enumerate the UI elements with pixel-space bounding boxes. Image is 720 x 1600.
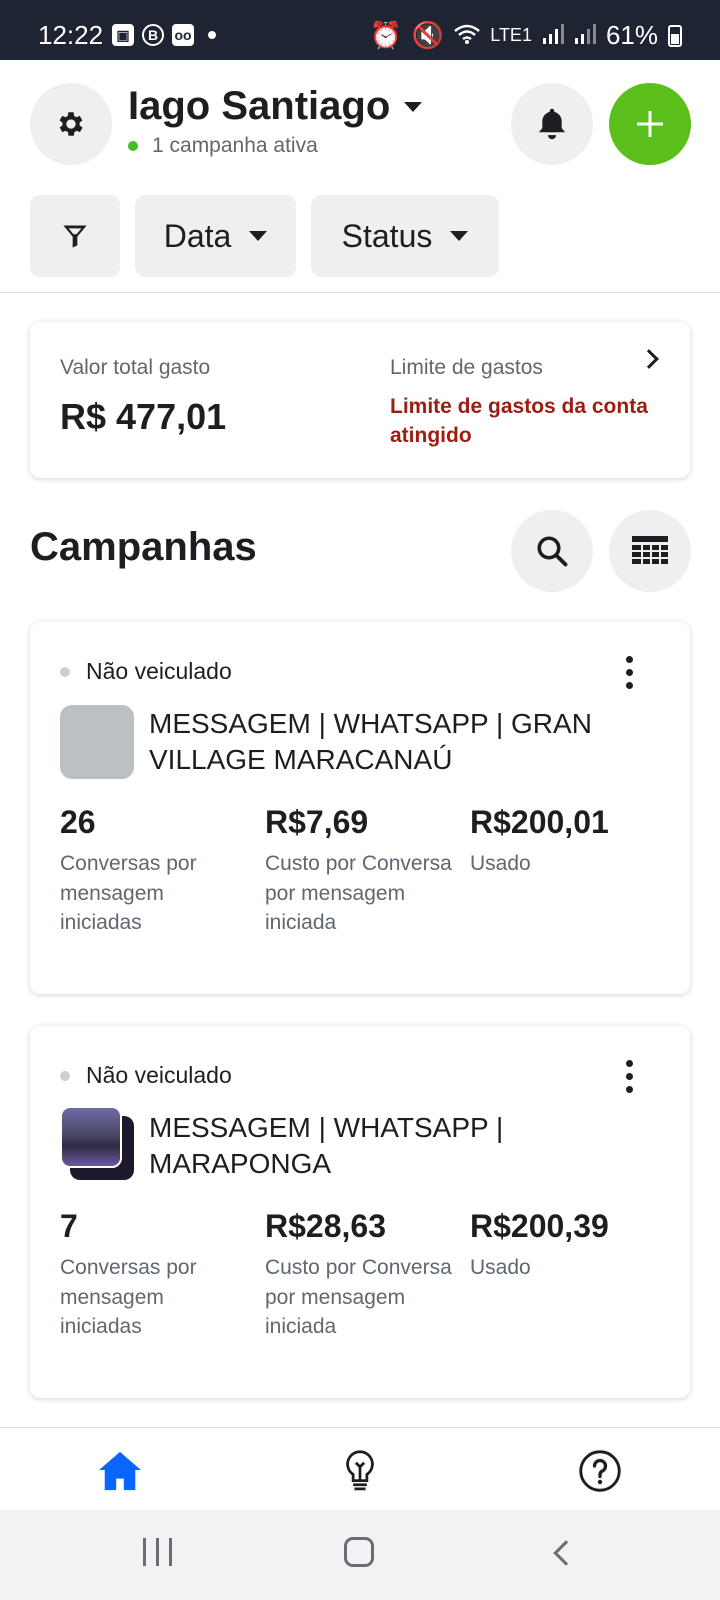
- filter-icon: [63, 225, 87, 248]
- metric-label: Custo por Conversa por mensagem iniciada: [265, 852, 452, 934]
- delivery-status: Não veiculado: [60, 1062, 232, 1089]
- campaign-thumbnail: [60, 705, 134, 779]
- metric-conversations: 7 Conversas por mensagem iniciadas: [60, 1208, 250, 1342]
- status-dot-icon: [60, 666, 70, 677]
- wifi-icon: [454, 20, 481, 51]
- notification-icons: ▣ B oo: [112, 24, 216, 46]
- spending-limit-warning: Limite de gastos da conta atingido: [390, 395, 648, 447]
- caret-down-icon: [450, 231, 469, 241]
- metric-label: Conversas por mensagem iniciadas: [60, 852, 197, 934]
- campaign-name: MESSAGEM | WHATSAPP | GRAN VILLAGE MARAC…: [149, 708, 592, 775]
- gear-icon: [59, 112, 83, 136]
- home-system-icon[interactable]: [344, 1537, 374, 1567]
- filter-button[interactable]: [30, 195, 120, 277]
- metric-value: 26: [60, 804, 96, 840]
- more-notifications-dot: [208, 31, 216, 39]
- metric-value: R$200,39: [470, 1208, 609, 1244]
- metric-value: R$200,01: [470, 804, 609, 840]
- metric-value: R$7,69: [265, 804, 369, 840]
- bottom-navigation: [0, 1427, 720, 1510]
- notifications-button[interactable]: [511, 83, 593, 165]
- thumbnail-front-image: [60, 1106, 122, 1168]
- status-filter-dropdown[interactable]: Status: [311, 195, 499, 277]
- metric-label: Conversas por mensagem iniciadas: [60, 1256, 197, 1338]
- metric-amount-spent: R$200,39 Usado: [470, 1208, 660, 1283]
- battery-level: 61%: [605, 20, 658, 50]
- home-icon: [99, 1451, 141, 1491]
- settings-button[interactable]: [30, 83, 112, 165]
- gallery-icon: ▣: [112, 24, 134, 46]
- lightbulb-icon: [346, 1450, 374, 1491]
- more-options-icon[interactable]: [624, 1060, 634, 1093]
- account-name: Iago Santiago: [128, 84, 391, 128]
- chevron-right-icon[interactable]: [639, 349, 659, 369]
- more-options-icon[interactable]: [624, 656, 634, 689]
- delivery-status-text: Não veiculado: [86, 658, 232, 684]
- back-icon[interactable]: [553, 1540, 579, 1566]
- active-campaigns-status: 1 campanha ativa: [128, 134, 318, 158]
- signal-2-icon: [574, 20, 596, 51]
- system-icons: ⏰ 🔇 LTE1 61%: [370, 20, 682, 51]
- delivery-status: Não veiculado: [60, 658, 232, 685]
- header-divider: [0, 292, 720, 293]
- b-app-icon: B: [142, 24, 164, 46]
- campaign-card[interactable]: Não veiculado MESSAGEM | WHATSAPP | MARA…: [30, 1026, 690, 1398]
- system-navigation-bar: [0, 1510, 720, 1600]
- metric-cost-per-conversation: R$28,63 Custo por Conversa por mensagem …: [265, 1208, 455, 1342]
- network-type: LTE1: [490, 25, 532, 45]
- status-time: 12:22: [38, 20, 104, 50]
- nav-ideas[interactable]: [335, 1446, 385, 1496]
- mute-icon: 🔇: [411, 20, 445, 50]
- campaign-thumbnail: [60, 1106, 136, 1182]
- active-dot-icon: [128, 141, 138, 151]
- campaigns-title: Campanhas: [30, 525, 257, 569]
- active-campaigns-text: 1 campanha ativa: [152, 134, 318, 157]
- caret-down-icon: [249, 231, 268, 241]
- metric-label: Usado: [470, 852, 531, 875]
- search-button[interactable]: [511, 510, 593, 592]
- spend-summary-card[interactable]: Valor total gasto R$ 477,01 Limite de ga…: [30, 322, 690, 478]
- search-icon: [537, 536, 568, 567]
- nav-home[interactable]: [95, 1446, 145, 1496]
- account-selector[interactable]: Iago Santiago: [128, 84, 423, 129]
- date-filter-label: Data: [163, 217, 232, 254]
- spending-limit-label: Limite de gastos: [390, 356, 543, 379]
- metric-label: Custo por Conversa por mensagem iniciada: [265, 1256, 452, 1338]
- signal-icon: [542, 20, 564, 51]
- metric-value: R$28,63: [265, 1208, 386, 1244]
- table-view-button[interactable]: [609, 510, 691, 592]
- status-filter-label: Status: [341, 217, 433, 254]
- battery-icon: [668, 24, 682, 47]
- create-button[interactable]: [609, 83, 691, 165]
- plus-icon: [637, 111, 663, 137]
- total-spent-label: Valor total gasto: [60, 356, 211, 379]
- help-icon: [579, 1450, 621, 1492]
- delivery-status-text: Não veiculado: [86, 1062, 232, 1088]
- alarm-icon: ⏰: [369, 20, 402, 50]
- campaign-card[interactable]: Não veiculado MESSAGEM | WHATSAPP | GRAN…: [30, 622, 690, 994]
- caret-down-icon: [404, 101, 423, 112]
- total-spent-value: R$ 477,01: [60, 396, 227, 437]
- status-dot-icon: [60, 1070, 70, 1081]
- campaign-name: MESSAGEM | WHATSAPP | MARAPONGA: [149, 1112, 504, 1179]
- metric-amount-spent: R$200,01 Usado: [470, 804, 660, 879]
- nav-help[interactable]: [575, 1446, 625, 1496]
- metric-value: 7: [60, 1208, 78, 1244]
- table-icon: [632, 536, 668, 564]
- recents-icon[interactable]: [143, 1538, 172, 1566]
- date-filter-dropdown[interactable]: Data: [135, 195, 296, 277]
- metric-label: Usado: [470, 1256, 531, 1279]
- metric-cost-per-conversation: R$7,69 Custo por Conversa por mensagem i…: [265, 804, 455, 938]
- bell-icon: [538, 108, 566, 140]
- voicemail-icon: oo: [172, 24, 194, 46]
- metric-conversations: 26 Conversas por mensagem iniciadas: [60, 804, 250, 938]
- status-bar: 12:22 ▣ B oo ⏰ 🔇 LTE1 61%: [0, 0, 720, 60]
